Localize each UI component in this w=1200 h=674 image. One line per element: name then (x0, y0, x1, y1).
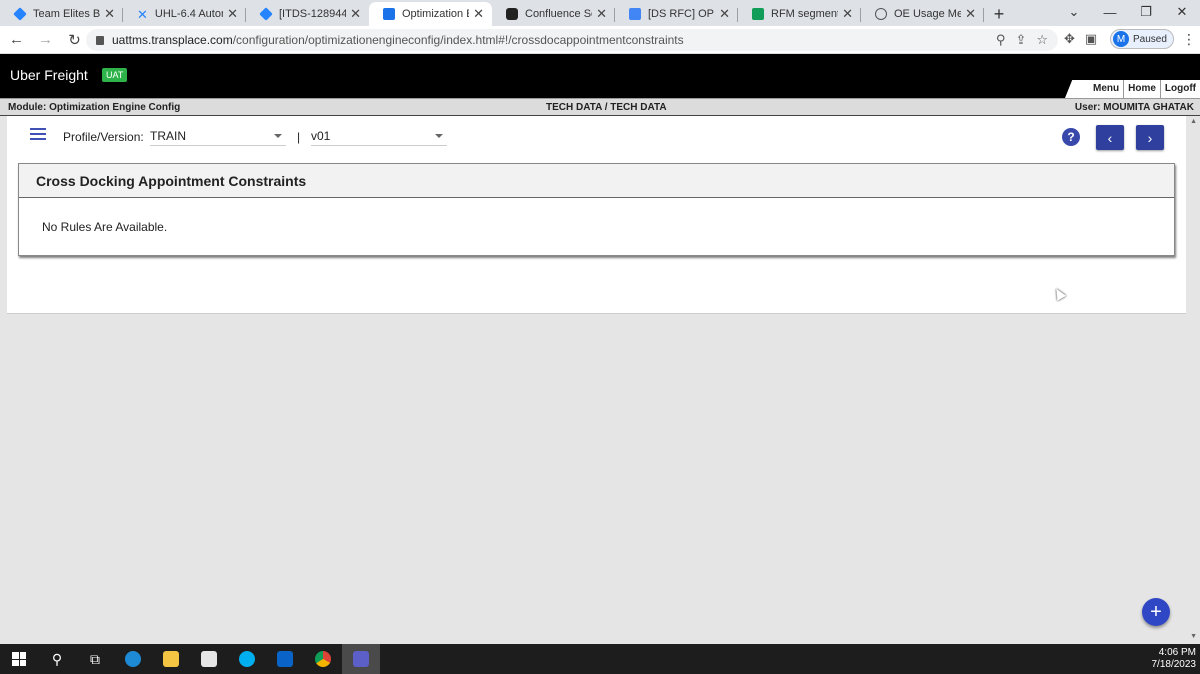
tab-title: UHL-6.4 Automat (154, 8, 223, 20)
scroll-up-icon[interactable]: ▲ (1190, 118, 1197, 125)
google-docs-icon (629, 8, 641, 20)
previous-button[interactable]: ‹ (1096, 125, 1124, 150)
separator: | (297, 130, 301, 144)
module-bar: Module: Optimization Engine Config TECH … (0, 98, 1200, 116)
share-icon[interactable]: ⇪ (1015, 32, 1026, 48)
start-button[interactable] (0, 644, 38, 674)
file-explorer-icon[interactable] (152, 644, 190, 674)
browser-tab[interactable]: OE Usage Metric ✕ (861, 2, 984, 26)
avatar: M (1113, 31, 1129, 47)
lock-icon (96, 35, 104, 45)
top-nav: Menu Home Logoff (1065, 80, 1200, 98)
caret-down-icon (435, 134, 443, 138)
browser-toolbar: ← → ↻ uattms.transplace.com/configuratio… (0, 26, 1200, 54)
plus-icon: + (1150, 600, 1162, 623)
app-square-icon (383, 8, 395, 20)
tab-title: Optimization Eng (402, 8, 469, 20)
windows-logo-icon (12, 652, 26, 666)
search-icon[interactable]: ⚲ (38, 644, 76, 674)
version-select[interactable]: v01 (311, 126, 447, 146)
profile-version-label: Profile/Version: (63, 130, 144, 144)
data-context-label: TECH DATA / TECH DATA (546, 102, 667, 113)
url-text: uattms.transplace.com/configuration/opti… (112, 33, 684, 47)
tab-title: OE Usage Metric (894, 8, 962, 20)
window-controls: ⌄ — ❐ ✕ (1056, 0, 1200, 24)
close-tab-icon[interactable]: ✕ (104, 6, 115, 22)
close-window-icon[interactable]: ✕ (1164, 4, 1200, 20)
google-sheets-icon (752, 8, 764, 20)
confluence-icon: ✕ (137, 6, 148, 22)
system-clock[interactable]: 4:06 PM 7/18/2023 (1152, 647, 1197, 671)
profile-select[interactable]: TRAIN (150, 126, 286, 146)
teams-icon[interactable] (342, 644, 380, 674)
profile-button[interactable]: M Paused (1110, 29, 1174, 49)
task-view-icon[interactable]: ⧉ (76, 644, 114, 674)
dark-app-icon (506, 8, 518, 20)
tab-title: Confluence Sectic (525, 8, 592, 20)
close-tab-icon[interactable]: ✕ (473, 6, 484, 22)
tab-title: [DS RFC] OP Acc (648, 8, 715, 20)
jira-diamond-icon (259, 7, 273, 21)
tab-title: Team Elites Board (33, 8, 101, 20)
browser-tab[interactable]: Confluence Sectic ✕ (492, 2, 615, 26)
module-label: Module: Optimization Engine Config (8, 102, 181, 113)
empty-state-message: No Rules Are Available. (42, 220, 168, 234)
globe-icon (875, 8, 887, 20)
chevron-right-icon: › (1147, 129, 1153, 146)
jira-diamond-icon (13, 7, 27, 21)
caret-down-icon (274, 134, 282, 138)
browser-tab[interactable]: ✕ UHL-6.4 Automat ✕ (123, 2, 246, 26)
tab-title: RFM segmentatic (771, 8, 838, 20)
extensions-puzzle-icon[interactable]: ✥ (1064, 31, 1075, 47)
new-tab-button[interactable]: + (984, 2, 1014, 26)
star-icon[interactable]: ☆ (1036, 32, 1048, 48)
app-header: Uber Freight UAT (0, 54, 1200, 98)
scroll-down-icon[interactable]: ▼ (1190, 633, 1197, 640)
env-badge: UAT (102, 68, 128, 82)
side-panel-icon[interactable]: ▣ (1085, 31, 1097, 47)
close-tab-icon[interactable]: ✕ (350, 6, 361, 22)
chevron-down-icon[interactable]: ⌄ (1056, 4, 1092, 20)
profile-status: Paused (1133, 33, 1167, 45)
browser-tab-strip: Team Elites Board ✕ ✕ UHL-6.4 Automat ✕ … (0, 0, 1200, 26)
tab-title: [ITDS-128944] C (279, 8, 347, 20)
browser-tab-active[interactable]: Optimization Eng ✕ (369, 2, 492, 26)
close-tab-icon[interactable]: ✕ (842, 6, 853, 22)
minimize-icon[interactable]: — (1092, 5, 1128, 20)
close-tab-icon[interactable]: ✕ (965, 6, 976, 22)
store-icon[interactable] (190, 644, 228, 674)
nav-home-link[interactable]: Home (1123, 80, 1160, 98)
add-rule-button[interactable]: + (1142, 598, 1170, 626)
constraints-panel: Cross Docking Appointment Constraints No… (18, 163, 1175, 256)
nav-logoff-link[interactable]: Logoff (1159, 80, 1200, 98)
edge-icon[interactable] (114, 644, 152, 674)
back-arrow-icon[interactable]: ← (4, 31, 29, 48)
outlook-icon[interactable] (266, 644, 304, 674)
help-icon[interactable]: ? (1062, 128, 1080, 146)
address-bar[interactable]: uattms.transplace.com/configuration/opti… (86, 29, 1058, 51)
brand-logo: Uber Freight (10, 67, 88, 83)
close-tab-icon[interactable]: ✕ (719, 6, 730, 22)
browser-tab[interactable]: [DS RFC] OP Acc ✕ (615, 2, 738, 26)
list-menu-icon[interactable] (30, 128, 46, 140)
main-content: Profile/Version: TRAIN | v01 ? ‹ › Cross… (7, 116, 1186, 314)
chevron-left-icon: ‹ (1107, 129, 1113, 146)
panel-title: Cross Docking Appointment Constraints (19, 164, 1174, 198)
browser-tab[interactable]: [ITDS-128944] C ✕ (246, 2, 369, 26)
maximize-icon[interactable]: ❐ (1128, 4, 1164, 20)
browser-tab[interactable]: Team Elites Board ✕ (0, 2, 123, 26)
chrome-icon[interactable] (304, 644, 342, 674)
forward-arrow-icon[interactable]: → (33, 31, 58, 48)
reload-icon[interactable]: ↻ (62, 31, 87, 49)
next-button[interactable]: › (1136, 125, 1164, 150)
browser-tab[interactable]: RFM segmentatic ✕ (738, 2, 861, 26)
user-label: User: MOUMITA GHATAK (1074, 102, 1194, 113)
close-tab-icon[interactable]: ✕ (596, 6, 607, 22)
zoom-icon[interactable]: ⚲ (996, 32, 1006, 48)
more-menu-icon[interactable]: ⋮ (1182, 31, 1196, 48)
nav-menu-link[interactable]: Menu (1089, 80, 1124, 98)
windows-taskbar: ⚲ ⧉ (0, 644, 1200, 674)
skype-icon[interactable] (228, 644, 266, 674)
close-tab-icon[interactable]: ✕ (227, 6, 238, 22)
